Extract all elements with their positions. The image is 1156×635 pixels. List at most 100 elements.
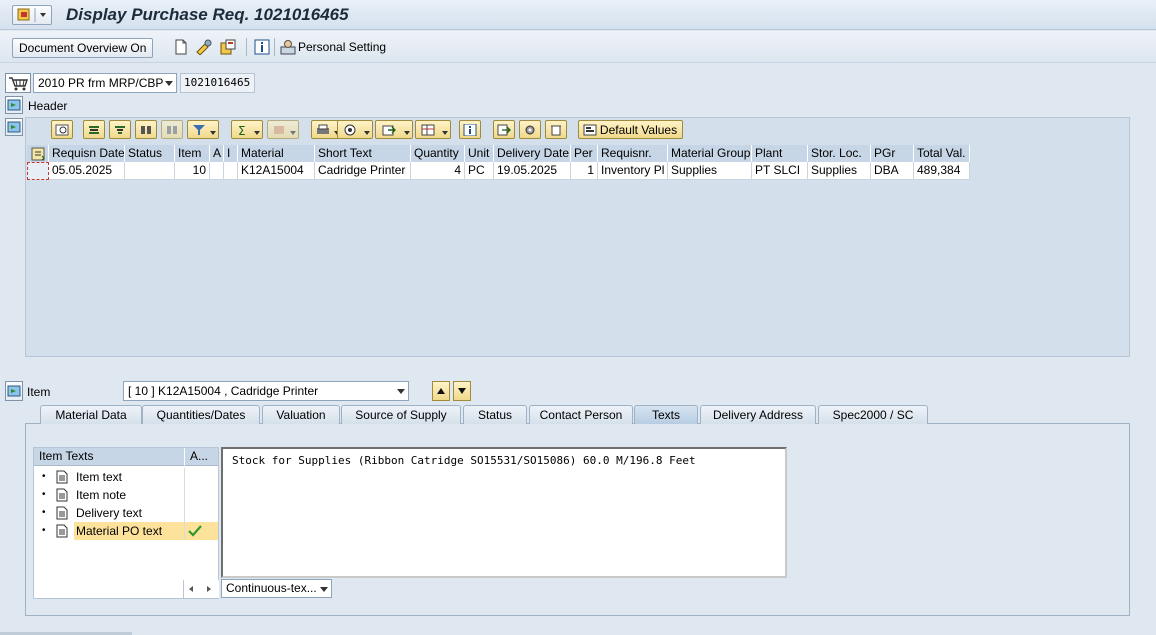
text-format-select[interactable]: Continuous-tex... xyxy=(221,579,332,598)
default-values-icon xyxy=(583,124,597,136)
personal-setting-button[interactable]: Personal Setting xyxy=(298,40,386,54)
document-overview-button[interactable]: Document Overview On xyxy=(12,38,154,58)
col-material-group[interactable]: Material Group xyxy=(668,145,752,163)
col-quantity[interactable]: Quantity xyxy=(411,145,465,163)
checkmark-icon xyxy=(188,525,202,537)
cell-per[interactable]: 1 xyxy=(571,162,598,180)
expand-header-button[interactable] xyxy=(5,96,23,114)
col-short-text[interactable]: Short Text xyxy=(315,145,411,163)
sort-descending-icon[interactable] xyxy=(109,120,131,139)
row-selector[interactable] xyxy=(27,162,49,180)
col-per[interactable]: Per xyxy=(571,145,598,163)
col-a[interactable]: A xyxy=(210,145,224,163)
cell-stor-loc[interactable]: Supplies xyxy=(808,162,871,180)
tab-valuation[interactable]: Valuation xyxy=(262,405,340,424)
cell-delivery-date[interactable]: 19.05.2025 xyxy=(494,162,571,180)
subtotal-icon[interactable] xyxy=(267,120,299,139)
tab-status[interactable]: Status xyxy=(463,405,527,424)
details-icon[interactable] xyxy=(51,120,73,139)
display-change-icon[interactable] xyxy=(195,38,213,56)
tab-quantities-dates[interactable]: Quantities/Dates xyxy=(142,405,260,424)
views-icon[interactable] xyxy=(337,120,373,139)
tree-item-delivery-text[interactable]: • Delivery text xyxy=(34,504,218,522)
cell-item[interactable]: 10 xyxy=(175,162,210,180)
filter-icon[interactable] xyxy=(187,120,219,139)
settings-icon[interactable] xyxy=(519,120,541,139)
cell-plant[interactable]: PT SLCI xyxy=(752,162,808,180)
tab-material-data[interactable]: Material Data xyxy=(40,405,142,424)
tab-contact-person[interactable]: Contact Person xyxy=(529,405,633,424)
col-plant[interactable]: Plant xyxy=(752,145,808,163)
item-label: Item xyxy=(27,385,51,399)
application-toolbar: Document Overview On Personal Setting xyxy=(0,31,1156,63)
previous-item-button[interactable] xyxy=(432,381,450,401)
tab-source-of-supply[interactable]: Source of Supply xyxy=(341,405,461,424)
collapse-item-detail-button[interactable] xyxy=(5,381,23,401)
cell-i[interactable] xyxy=(224,162,238,180)
menu-icon xyxy=(17,8,46,22)
shopping-cart-icon[interactable] xyxy=(5,73,31,93)
information-icon[interactable] xyxy=(459,120,481,139)
cell-status[interactable] xyxy=(125,162,175,180)
sort-ascending-icon[interactable] xyxy=(83,120,105,139)
col-requisn-date[interactable]: Requisn Date xyxy=(49,145,125,163)
cell-requisnr[interactable]: Inventory Pl xyxy=(598,162,668,180)
tree-item-item-text[interactable]: • Item text xyxy=(34,468,218,486)
col-material[interactable]: Material xyxy=(238,145,315,163)
cell-material-group[interactable]: Supplies xyxy=(668,162,752,180)
cell-short-text[interactable]: Cadridge Printer xyxy=(315,162,411,180)
col-pgr[interactable]: PGr xyxy=(871,145,914,163)
delete-icon[interactable] xyxy=(545,120,567,139)
other-document-icon[interactable] xyxy=(219,38,237,56)
tree-item-material-po-text[interactable]: • Material PO text xyxy=(34,522,218,540)
cell-unit[interactable]: PC xyxy=(465,162,494,180)
col-delivery-date[interactable]: Delivery Date xyxy=(494,145,571,163)
tab-spec2000-sc[interactable]: Spec2000 / SC xyxy=(818,405,928,424)
col-unit[interactable]: Unit xyxy=(465,145,494,163)
toolbar-separator xyxy=(246,38,247,56)
export-icon[interactable] xyxy=(375,120,413,139)
new-document-icon[interactable] xyxy=(172,38,190,56)
total-icon[interactable]: Σ xyxy=(231,120,263,139)
svg-text:Σ: Σ xyxy=(238,124,246,136)
item-select[interactable]: [ 10 ] K12A15004 , Cadridge Printer xyxy=(123,381,409,401)
info-icon[interactable] xyxy=(253,38,271,56)
text-editor[interactable]: Stock for Supplies (Ribbon Catridge SO15… xyxy=(221,447,787,578)
table-row[interactable]: 05.05.2025 10 K12A15004 Cadridge Printer… xyxy=(27,162,970,180)
copy-line-icon[interactable] xyxy=(493,120,515,139)
find-next-icon[interactable] xyxy=(161,120,183,139)
document-icon xyxy=(56,506,68,520)
cell-pgr[interactable]: DBA xyxy=(871,162,914,180)
select-all-icon[interactable] xyxy=(27,145,49,163)
cell-quantity[interactable]: 4 xyxy=(411,162,465,180)
next-item-button[interactable] xyxy=(453,381,471,401)
find-icon[interactable] xyxy=(135,120,157,139)
col-requisnr[interactable]: Requisnr. xyxy=(598,145,668,163)
cell-material[interactable]: K12A15004 xyxy=(238,162,315,180)
default-values-button[interactable]: Default Values xyxy=(578,120,683,139)
arrow-down-icon xyxy=(458,388,466,394)
document-type-select[interactable]: 2010 PR frm MRP/CBP xyxy=(33,73,177,93)
page-title: Display Purchase Req. 1021016465 xyxy=(66,5,349,24)
collapse-item-overview-button[interactable] xyxy=(5,118,23,136)
scroll-right-icon xyxy=(207,586,211,592)
col-total-val[interactable]: Total Val. xyxy=(914,145,970,163)
cell-a[interactable] xyxy=(210,162,224,180)
col-item[interactable]: Item xyxy=(175,145,210,163)
tab-texts[interactable]: Texts xyxy=(634,405,698,424)
cell-total-val[interactable]: 489,384 xyxy=(914,162,970,180)
text-format-value: Continuous-tex... xyxy=(226,581,317,595)
tab-delivery-address[interactable]: Delivery Address xyxy=(700,405,816,424)
system-menu-button[interactable] xyxy=(12,5,52,25)
item-select-value: [ 10 ] K12A15004 , Cadridge Printer xyxy=(128,384,319,398)
item-texts-a-header: A... xyxy=(184,448,218,466)
cell-requisn-date[interactable]: 05.05.2025 xyxy=(49,162,125,180)
layout-icon[interactable] xyxy=(415,120,451,139)
pr-number-field[interactable]: 1021016465 xyxy=(180,73,255,93)
tree-item-item-note[interactable]: • Item note xyxy=(34,486,218,504)
col-i[interactable]: I xyxy=(224,145,238,163)
tree-item-status xyxy=(184,522,218,540)
col-stor-loc[interactable]: Stor. Loc. xyxy=(808,145,871,163)
col-status[interactable]: Status xyxy=(125,145,175,163)
personal-setting-icon[interactable] xyxy=(279,38,297,56)
